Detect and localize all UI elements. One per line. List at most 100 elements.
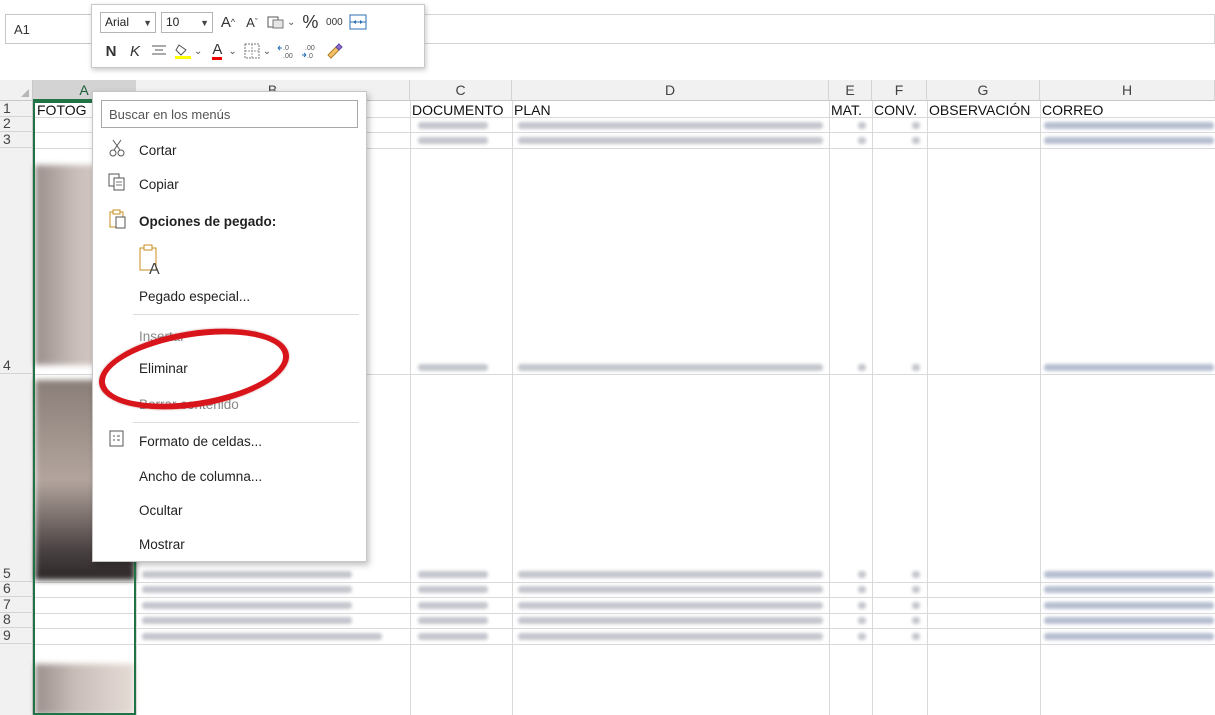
chevron-down-icon[interactable]: ⌄ (228, 40, 236, 62)
menu-item-column-width[interactable]: Ancho de columna... (93, 460, 366, 492)
redacted-email (1044, 602, 1214, 609)
align-center-button[interactable] (150, 40, 168, 62)
header-cell-correo[interactable]: CORREO (1042, 102, 1215, 118)
column-header-e[interactable]: E (829, 80, 872, 101)
increase-decimal-icon: .0.00 (277, 45, 293, 59)
redacted-name (142, 586, 352, 593)
redacted-mat (858, 633, 866, 640)
menu-item-label: Formato de celdas... (139, 433, 263, 449)
menu-item-label: Ancho de columna... (139, 468, 263, 484)
font-size-select[interactable]: 10 ▼ (161, 11, 213, 33)
menu-item-format-cells[interactable]: Formato de celdas... (93, 425, 366, 457)
fill-color-icon (175, 44, 191, 59)
font-name-select[interactable]: Arial ▼ (100, 11, 156, 33)
menu-separator (133, 314, 359, 315)
redacted-email (1044, 571, 1214, 578)
redacted-email (1044, 122, 1214, 129)
chevron-down-icon[interactable]: ⌄ (287, 11, 295, 33)
redacted-document (418, 586, 488, 593)
merge-center-button[interactable] (349, 11, 367, 33)
header-cell-mat[interactable]: MAT. (831, 102, 872, 118)
menu-item-label: Cortar (139, 142, 177, 158)
thousands-separator-button[interactable]: 000 (325, 11, 343, 33)
menu-item-clear-contents[interactable]: Borrar contenido (93, 388, 366, 420)
format-painter-icon (327, 43, 343, 59)
redacted-name (142, 571, 352, 578)
menu-item-delete[interactable]: Eliminar (93, 352, 366, 384)
menu-section-paste-options: Opciones de pegado: (93, 205, 366, 237)
row-header-4[interactable]: 4 (0, 148, 33, 374)
menu-item-show[interactable]: Mostrar (93, 528, 366, 560)
redacted-plan (518, 602, 823, 609)
format-painter-button[interactable] (325, 40, 343, 62)
chevron-down-icon: ▼ (143, 17, 152, 28)
row-header-3[interactable]: 3 (0, 131, 33, 148)
row-header-6[interactable]: 6 (0, 580, 33, 597)
redacted-conv (912, 602, 920, 609)
svg-text:A: A (149, 261, 160, 278)
header-cell-plan[interactable]: PLAN (514, 102, 814, 118)
redacted-mat (858, 617, 866, 624)
italic-button[interactable]: K (126, 40, 144, 62)
redacted-mat (858, 586, 866, 593)
borders-icon (244, 43, 260, 59)
column-header-f[interactable]: F (872, 80, 927, 101)
name-box[interactable]: A1 (5, 14, 93, 44)
redacted-conv (912, 364, 920, 371)
column-header-c[interactable]: C (410, 80, 512, 101)
redacted-document (418, 633, 488, 640)
menu-item-cut[interactable]: Cortar (93, 134, 366, 166)
header-cell-conv[interactable]: CONV. (874, 102, 927, 118)
menu-item-label: Borrar contenido (139, 396, 239, 412)
redacted-conv (912, 617, 920, 624)
row-header-2[interactable]: 2 (0, 115, 33, 132)
font-name-value: Arial (105, 15, 130, 29)
chevron-down-icon[interactable]: ⌄ (263, 40, 271, 62)
header-cell-observacion[interactable]: OBSERVACIÓN (929, 102, 1040, 118)
redacted-email (1044, 137, 1214, 144)
row-header-10[interactable] (0, 644, 33, 715)
decrease-decimal-button[interactable]: .00.0 (301, 40, 319, 62)
redacted-conv (912, 122, 920, 129)
menu-item-insert[interactable]: Insertar (93, 320, 366, 352)
context-menu: Buscar en los menús Cortar Copiar Opcion… (92, 91, 367, 562)
increase-font-button[interactable]: A ^ (219, 11, 237, 33)
chevron-down-icon[interactable]: ⌄ (194, 40, 202, 62)
menu-item-hide[interactable]: Ocultar (93, 494, 366, 526)
number-format-button[interactable] (267, 11, 285, 33)
menu-search-input[interactable]: Buscar en los menús (101, 100, 358, 128)
row-header-8[interactable]: 8 (0, 611, 33, 628)
percent-style-button[interactable]: % (301, 11, 319, 33)
redacted-conv (912, 586, 920, 593)
borders-button[interactable] (243, 40, 261, 62)
header-cell-documento[interactable]: DOCUMENTO (412, 102, 512, 118)
paste-keep-text-button[interactable]: A (137, 242, 167, 278)
column-header-d[interactable]: D (512, 80, 829, 101)
paste-text-only-icon: A (139, 244, 160, 278)
increase-decimal-button[interactable]: .0.00 (277, 40, 295, 62)
font-color-button[interactable]: A (208, 40, 226, 62)
redacted-plan (518, 364, 823, 371)
select-all-button[interactable] (0, 80, 33, 101)
clipboard-icon (107, 209, 127, 233)
column-header-h[interactable]: H (1040, 80, 1215, 101)
column-header-g[interactable]: G (927, 80, 1040, 101)
redacted-mat (858, 364, 866, 371)
redacted-email (1044, 633, 1214, 640)
row-header-9[interactable]: 9 (0, 627, 33, 644)
accounting-format-icon (267, 16, 284, 29)
svg-text:.0: .0 (283, 45, 289, 52)
menu-item-paste-special[interactable]: Pegado especial... (93, 280, 366, 312)
bold-button[interactable]: N (102, 40, 120, 62)
redacted-mat (858, 571, 866, 578)
decrease-font-button[interactable]: Aˇ (243, 11, 261, 33)
decrease-decimal-icon: .00.0 (302, 45, 315, 59)
menu-item-label: Ocultar (139, 502, 183, 518)
menu-item-copy[interactable]: Copiar (93, 168, 366, 200)
redacted-name (142, 633, 382, 640)
menu-section-label: Opciones de pegado: (139, 213, 277, 229)
row-header-5[interactable]: 5 (0, 374, 33, 582)
format-cells-icon (107, 430, 127, 452)
redacted-mat (858, 122, 866, 129)
fill-color-button[interactable] (174, 40, 192, 62)
